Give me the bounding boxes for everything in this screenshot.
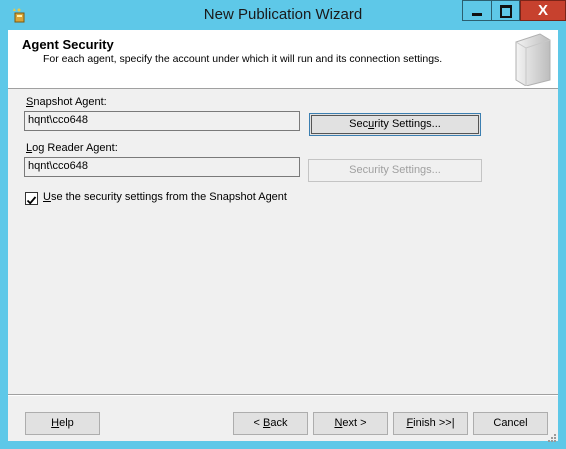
minimize-icon <box>472 13 482 16</box>
cancel-button[interactable]: Cancel <box>473 412 548 435</box>
wizard-banner-icon <box>510 32 554 87</box>
log-reader-account-field[interactable]: hqnt\cco648 <box>24 157 300 177</box>
resize-grip-icon[interactable] <box>546 429 556 442</box>
checkmark-icon <box>26 196 37 205</box>
page-title: Agent Security <box>22 37 114 52</box>
maximize-button[interactable] <box>492 0 520 21</box>
snapshot-account-field[interactable]: hqnt\cco648 <box>24 111 300 131</box>
log-reader-agent-label: Log Reader Agent: <box>26 142 118 154</box>
finish-button[interactable]: Finish >>| <box>393 412 468 435</box>
footer-separator <box>8 394 558 396</box>
close-button[interactable]: X <box>520 0 566 21</box>
dialog-body: Agent Security For each agent, specify t… <box>8 30 558 442</box>
use-snapshot-settings-label[interactable]: Use the security settings from the Snaps… <box>43 191 287 203</box>
help-button[interactable]: Help <box>25 412 100 435</box>
use-snapshot-settings-checkbox[interactable] <box>25 192 38 205</box>
close-icon: X <box>537 2 548 19</box>
wizard-window: New Publication Wizard X Agent Security … <box>0 0 566 449</box>
minimize-button[interactable] <box>462 0 492 21</box>
snapshot-security-settings-button[interactable]: Security Settings... <box>309 113 481 136</box>
next-button[interactable]: Next > <box>313 412 388 435</box>
log-reader-security-settings-button[interactable]: Security Settings... <box>308 159 482 182</box>
wizard-header: Agent Security For each agent, specify t… <box>8 30 558 89</box>
title-bar[interactable]: New Publication Wizard X <box>0 0 566 30</box>
maximize-icon <box>500 5 512 18</box>
page-subtitle: For each agent, specify the account unde… <box>43 53 443 65</box>
snapshot-agent-label: Snapshot Agent: <box>26 96 107 108</box>
back-button[interactable]: < Back <box>233 412 308 435</box>
